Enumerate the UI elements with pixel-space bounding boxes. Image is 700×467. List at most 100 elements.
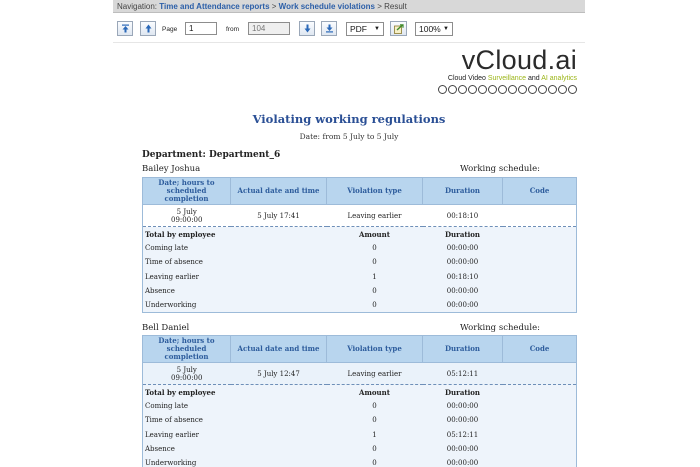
summary-duration: 00:00:00 xyxy=(422,298,503,313)
summary-row: Absence 0 00:00:00 xyxy=(142,441,577,457)
summary-row: Absence 0 00:00:00 xyxy=(142,283,577,299)
summary-label: Absence xyxy=(142,441,231,457)
summary-label: Time of absence xyxy=(142,413,231,428)
chart-icon xyxy=(508,85,517,94)
breadcrumb-link-time-attendance[interactable]: Time and Attendance reports xyxy=(159,2,269,11)
navigation-bar: Navigation: Time and Attendance reports … xyxy=(113,0,585,13)
navigation-prefix: Navigation: xyxy=(117,2,158,11)
actual-time-cell: 5 July 17:41 xyxy=(230,204,327,227)
first-page-button[interactable] xyxy=(117,21,133,36)
toolbar: Page 1 from 104 PDF ▼ 100% ▼ xyxy=(113,14,585,43)
summary-header: Total by employee xyxy=(142,384,231,399)
page-label: Page xyxy=(162,26,178,33)
summary-row: Coming late 0 00:00:00 xyxy=(142,241,577,256)
column-header: Duration xyxy=(422,177,503,205)
summary-amount: 0 xyxy=(326,413,423,428)
table-row: 5 July 09:00:00 5 July 17:41 Leaving earl… xyxy=(142,204,577,227)
summary-row: Time of absence 0 00:00:00 xyxy=(142,413,577,428)
face-icon xyxy=(458,85,467,94)
summary-duration: 00:18:10 xyxy=(422,269,503,284)
car-icon xyxy=(468,85,477,94)
code-cell xyxy=(502,204,577,227)
table-header-row: Date; hours to scheduled completion Actu… xyxy=(142,335,577,363)
breadcrumb-separator: > xyxy=(271,2,277,11)
vcloud-logo: vCloud.ai Cloud Video Surveillance and A… xyxy=(422,46,577,106)
column-header: Date; hours to scheduled completion xyxy=(142,177,231,205)
summary-row: Leaving earlier 1 00:18:10 xyxy=(142,269,577,284)
summary-amount: 0 xyxy=(326,283,423,299)
summary-header-row: Total by employee Amount Duration xyxy=(142,384,577,399)
duration-cell: 05:12:11 xyxy=(422,362,503,385)
table-row: 5 July 09:00:00 5 July 12:47 Leaving earl… xyxy=(142,362,577,385)
violation-date-cell: 5 July 09:00:00 xyxy=(142,362,231,385)
violation-type-cell: Leaving earlier xyxy=(326,362,423,385)
violation-type-cell: Leaving earlier xyxy=(326,204,423,227)
last-page-button[interactable] xyxy=(321,21,337,36)
summary-header: Amount xyxy=(326,384,423,399)
export-icon xyxy=(393,23,404,34)
previous-page-icon xyxy=(145,24,151,33)
violation-hours: 09:00:00 xyxy=(171,373,203,382)
export-button[interactable] xyxy=(390,21,407,36)
violation-date-cell: 5 July 09:00:00 xyxy=(142,204,231,227)
logo-tagline-highlight: Surveillance xyxy=(487,75,527,82)
violation-date: 5 July xyxy=(176,365,197,374)
summary-row: Underworking 0 00:00:00 xyxy=(142,456,577,467)
column-header: Duration xyxy=(422,335,503,363)
breadcrumb-link-work-schedule-violations[interactable]: Work schedule violations xyxy=(279,2,375,11)
employee-name: Bailey Joshua xyxy=(142,164,201,174)
next-page-button[interactable] xyxy=(299,21,315,36)
column-header: Code xyxy=(502,177,577,205)
summary-label: Coming late xyxy=(142,399,231,414)
bell-icon xyxy=(528,85,537,94)
summary-header: Total by employee xyxy=(142,226,231,241)
summary-header: Amount xyxy=(326,226,423,241)
zoom-select[interactable]: 100% ▼ xyxy=(415,22,453,36)
map-icon xyxy=(558,85,567,94)
logo-tagline: Cloud Video Surveillance and AI analytic… xyxy=(422,75,577,82)
total-pages-field: 104 xyxy=(248,22,290,35)
summary-duration: 05:12:11 xyxy=(422,427,503,442)
summary-header: Duration xyxy=(422,384,503,399)
last-page-icon xyxy=(325,24,333,33)
previous-page-button[interactable] xyxy=(140,21,156,36)
page-number-input[interactable]: 1 xyxy=(185,22,217,35)
summary-label: Time of absence xyxy=(142,255,231,270)
summary-row: Underworking 0 00:00:00 xyxy=(142,298,577,313)
violations-table: Date; hours to scheduled completion Actu… xyxy=(142,335,577,467)
working-schedule-label: Working schedule: xyxy=(460,164,540,174)
summary-duration: 00:00:00 xyxy=(422,241,503,256)
zoom-value: 100% xyxy=(419,24,441,34)
summary-label: Underworking xyxy=(142,456,231,467)
summary-amount: 0 xyxy=(326,456,423,467)
eye-icon xyxy=(488,85,497,94)
export-format-select[interactable]: PDF ▼ xyxy=(346,22,384,36)
summary-amount: 1 xyxy=(326,269,423,284)
camera-icon xyxy=(438,85,447,94)
summary-duration: 00:00:00 xyxy=(422,283,503,299)
logo-feature-icons xyxy=(422,85,577,94)
duration-cell: 00:18:10 xyxy=(422,204,503,227)
column-header: Violation type xyxy=(326,335,423,363)
logo-brand: vCloud.ai xyxy=(461,45,577,75)
working-schedule-label: Working schedule: xyxy=(460,323,540,333)
summary-amount: 0 xyxy=(326,399,423,414)
breadcrumb-current: Result xyxy=(384,2,407,11)
table-header-row: Date; hours to scheduled completion Actu… xyxy=(142,177,577,205)
violations-table: Date; hours to scheduled completion Actu… xyxy=(142,177,577,314)
summary-label: Coming late xyxy=(142,241,231,256)
violation-date: 5 July xyxy=(176,207,197,216)
export-format-value: PDF xyxy=(350,24,367,34)
report-viewer: Navigation: Time and Attendance reports … xyxy=(113,0,585,467)
settings-icon xyxy=(548,85,557,94)
summary-duration: 00:00:00 xyxy=(422,255,503,270)
column-header: Date; hours to scheduled completion xyxy=(142,335,231,363)
summary-row: Leaving earlier 1 05:12:11 xyxy=(142,427,577,442)
department-heading: Department: Department_6 xyxy=(142,150,281,160)
column-header: Actual date and time xyxy=(230,335,327,363)
violation-hours: 09:00:00 xyxy=(171,215,203,224)
summary-row: Coming late 0 00:00:00 xyxy=(142,399,577,414)
chevron-down-icon: ▼ xyxy=(374,26,380,32)
lock-icon xyxy=(518,85,527,94)
summary-duration: 00:00:00 xyxy=(422,413,503,428)
